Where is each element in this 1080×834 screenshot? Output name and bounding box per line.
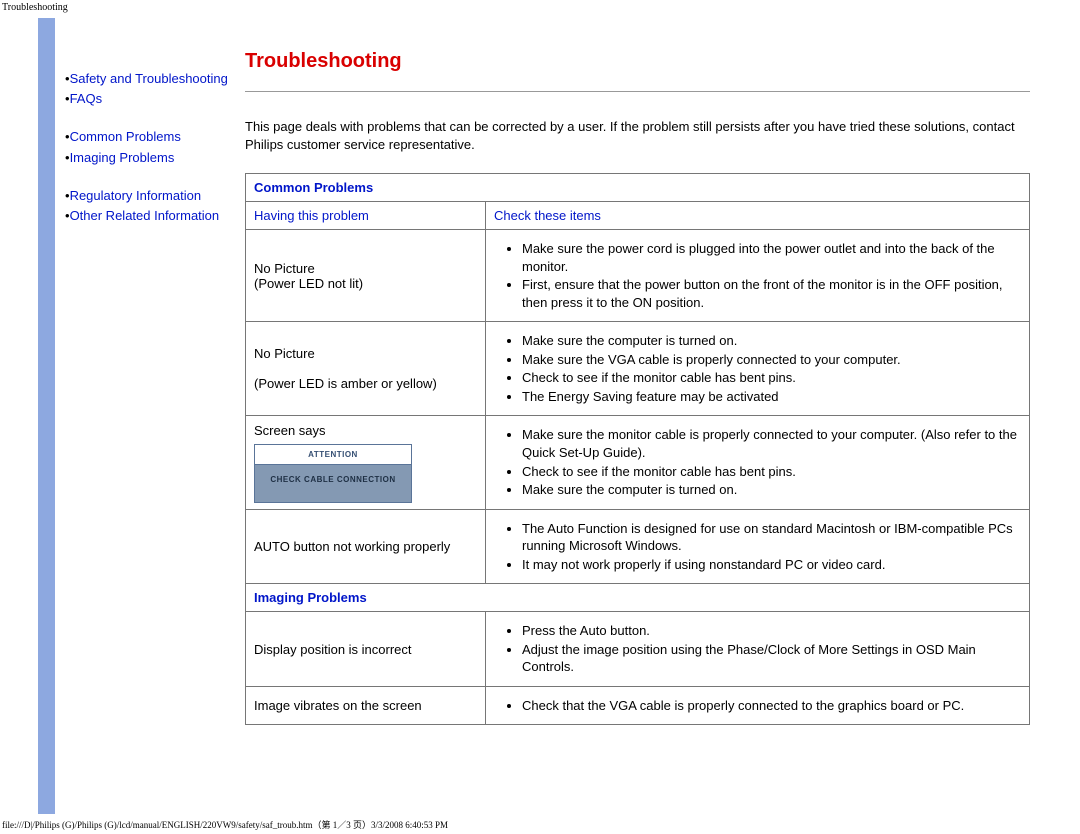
check-cell: Make sure the computer is turned on. Mak… bbox=[486, 322, 1030, 416]
decorative-bar bbox=[38, 18, 55, 814]
check-cell: Make sure the power cord is plugged into… bbox=[486, 230, 1030, 322]
table-row: Image vibrates on the screen Check that … bbox=[246, 686, 1030, 725]
problem-cell: Image vibrates on the screen bbox=[246, 686, 486, 725]
list-item: Make sure the power cord is plugged into… bbox=[522, 240, 1021, 275]
troubleshooting-table: Common Problems Having this problem Chec… bbox=[245, 173, 1030, 725]
list-item: Make sure the VGA cable is properly conn… bbox=[522, 351, 1021, 369]
col-header-check: Check these items bbox=[486, 202, 1030, 230]
list-item: It may not work properly if using nonsta… bbox=[522, 556, 1021, 574]
list-item: The Auto Function is designed for use on… bbox=[522, 520, 1021, 555]
problem-cell: No Picture (Power LED not lit) bbox=[246, 230, 486, 322]
check-cell: Press the Auto button. Adjust the image … bbox=[486, 612, 1030, 687]
main-content: Troubleshooting This page deals with pro… bbox=[240, 18, 1040, 814]
problem-cell: No Picture (Power LED is amber or yellow… bbox=[246, 322, 486, 416]
sidebar-item-common-problems[interactable]: •Common Problems bbox=[65, 128, 232, 146]
title-divider bbox=[245, 91, 1030, 92]
attention-label: ATTENTION bbox=[255, 445, 411, 465]
list-item: The Energy Saving feature may be activat… bbox=[522, 388, 1021, 406]
sidebar-item-faqs[interactable]: •FAQs bbox=[65, 90, 232, 108]
list-item: Check to see if the monitor cable has be… bbox=[522, 369, 1021, 387]
list-item: Make sure the computer is turned on. bbox=[522, 332, 1021, 350]
check-cell: The Auto Function is designed for use on… bbox=[486, 509, 1030, 584]
page-top-label: Troubleshooting bbox=[2, 2, 68, 13]
intro-text: This page deals with problems that can b… bbox=[245, 118, 1030, 153]
column-headers: Having this problem Check these items bbox=[246, 202, 1030, 230]
page-footer-path: file:///D|/Philips (G)/Philips (G)/lcd/m… bbox=[2, 818, 448, 831]
check-cell: Make sure the monitor cable is properly … bbox=[486, 416, 1030, 509]
sidebar-item-other-related[interactable]: •Other Related Information bbox=[65, 207, 232, 225]
table-row: Screen says ATTENTION CHECK CABLE CONNEC… bbox=[246, 416, 1030, 509]
problem-cell: Screen says ATTENTION CHECK CABLE CONNEC… bbox=[246, 416, 486, 509]
sidebar-nav: •Safety and Troubleshooting •FAQs •Commo… bbox=[55, 18, 240, 814]
list-item: Make sure the computer is turned on. bbox=[522, 481, 1021, 499]
section-header-imaging: Imaging Problems bbox=[246, 584, 1030, 612]
screen-message-box: ATTENTION CHECK CABLE CONNECTION bbox=[254, 444, 412, 503]
problem-cell: AUTO button not working properly bbox=[246, 509, 486, 584]
col-header-problem: Having this problem bbox=[246, 202, 486, 230]
section-header-common: Common Problems bbox=[246, 174, 1030, 202]
problem-cell: Display position is incorrect bbox=[246, 612, 486, 687]
page-title: Troubleshooting bbox=[245, 50, 1030, 73]
list-item: Check to see if the monitor cable has be… bbox=[522, 463, 1021, 481]
check-cell: Check that the VGA cable is properly con… bbox=[486, 686, 1030, 725]
list-item: First, ensure that the power button on t… bbox=[522, 276, 1021, 311]
list-item: Press the Auto button. bbox=[522, 622, 1021, 640]
table-row: Display position is incorrect Press the … bbox=[246, 612, 1030, 687]
cable-message: CHECK CABLE CONNECTION bbox=[255, 465, 411, 502]
sidebar-item-safety[interactable]: •Safety and Troubleshooting bbox=[65, 70, 232, 88]
sidebar-item-regulatory[interactable]: •Regulatory Information bbox=[65, 187, 232, 205]
table-row: No Picture (Power LED not lit) Make sure… bbox=[246, 230, 1030, 322]
page-container: •Safety and Troubleshooting •FAQs •Commo… bbox=[38, 18, 1040, 814]
sidebar-item-imaging-problems[interactable]: •Imaging Problems bbox=[65, 149, 232, 167]
list-item: Make sure the monitor cable is properly … bbox=[522, 426, 1021, 461]
table-row: No Picture (Power LED is amber or yellow… bbox=[246, 322, 1030, 416]
list-item: Check that the VGA cable is properly con… bbox=[522, 697, 1021, 715]
table-row: AUTO button not working properly The Aut… bbox=[246, 509, 1030, 584]
list-item: Adjust the image position using the Phas… bbox=[522, 641, 1021, 676]
